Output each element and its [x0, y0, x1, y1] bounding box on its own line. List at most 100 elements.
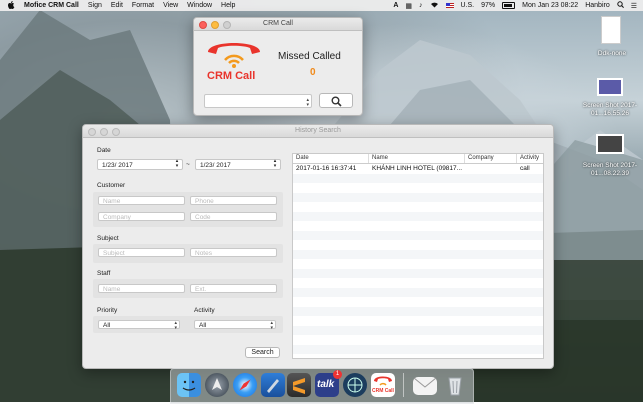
- window-title: History Search: [295, 127, 341, 134]
- staff-label: Staff: [97, 270, 111, 277]
- empty-row: [293, 249, 543, 259]
- minimize-button[interactable]: [100, 128, 108, 136]
- talk-label: talk: [317, 379, 335, 390]
- zoom-button[interactable]: [112, 128, 120, 136]
- adobe-icon[interactable]: A: [393, 2, 398, 9]
- magnifier-icon: [331, 96, 342, 107]
- date-from-stepper[interactable]: ▴ ▾: [173, 159, 181, 170]
- date-from-field[interactable]: 1/23/ 2017: [97, 159, 183, 170]
- close-button[interactable]: [88, 128, 96, 136]
- battery-percent[interactable]: 97%: [481, 2, 495, 9]
- desktop-icon-screenshot-2[interactable]: Screen Shot 2017-01...08.22.39: [583, 134, 641, 180]
- menu-format[interactable]: Format: [132, 2, 154, 9]
- desktop-icon-label: Ddk-none: [597, 50, 627, 57]
- empty-row: [293, 344, 543, 354]
- search-button[interactable]: Search: [245, 347, 280, 358]
- subject-label: Subject: [97, 235, 119, 242]
- updown-arrow-icon: ▴ ▾: [174, 320, 177, 331]
- list-icon[interactable]: ☰: [631, 2, 637, 10]
- desktop-icon-document[interactable]: Ddk-none: [592, 14, 636, 57]
- crm-call-window: CRM Call CRM Call Missed Called 0 ▴ ▾: [193, 17, 363, 116]
- dock-separator: [403, 373, 404, 397]
- dock: talk 1 CRM Call: [170, 368, 474, 404]
- empty-row: [293, 183, 543, 193]
- trash-icon[interactable]: [443, 373, 467, 397]
- phone-signal-icon: [208, 43, 260, 68]
- customer-code-field[interactable]: Code: [190, 212, 277, 221]
- input-source[interactable]: U.S.: [461, 2, 475, 9]
- wifi-icon[interactable]: [430, 1, 439, 10]
- empty-row: [293, 202, 543, 212]
- minimize-button[interactable]: [211, 21, 219, 29]
- app-menu[interactable]: Mofice CRM Call: [24, 2, 79, 9]
- crm-call-icon[interactable]: CRM Call: [371, 373, 395, 397]
- menu-view[interactable]: View: [163, 2, 178, 9]
- finder-icon[interactable]: [177, 373, 201, 397]
- cell-name: KHÁNH LINH HOTEL (09817...: [372, 165, 463, 172]
- date-to-stepper[interactable]: ▴ ▾: [271, 159, 279, 170]
- clock[interactable]: Mon Jan 23 08:22: [522, 2, 578, 9]
- window-controls: [199, 21, 231, 29]
- column-activity[interactable]: Activity: [517, 154, 543, 163]
- updown-arrow-icon: ▴ ▾: [270, 320, 273, 331]
- date-separator: ~: [186, 161, 190, 168]
- empty-row: [293, 259, 543, 269]
- table-row[interactable]: 2017-01-16 16:37:41 KHÁNH LINH HOTEL (09…: [293, 164, 543, 174]
- date-from-value: 1/23/ 2017: [102, 162, 133, 169]
- crm-search-button[interactable]: [319, 93, 353, 108]
- activity-select[interactable]: All ▴ ▾: [194, 320, 276, 331]
- empty-row: [293, 278, 543, 288]
- search-icon[interactable]: [617, 1, 624, 10]
- desktop-icon-screenshot-1[interactable]: Screen Shot 2017-01...16.55.26: [583, 78, 641, 124]
- activity-label: Activity: [194, 307, 215, 314]
- customer-phone-field[interactable]: Phone: [190, 196, 277, 205]
- customer-name-field[interactable]: Name: [98, 196, 185, 205]
- priority-select[interactable]: All ▴ ▾: [98, 320, 180, 331]
- empty-row: [293, 306, 543, 316]
- date-to-field[interactable]: 1/23/ 2017: [195, 159, 281, 170]
- safari-icon[interactable]: [233, 373, 257, 397]
- apple-menu-icon[interactable]: [8, 0, 15, 11]
- grid-icon[interactable]: ▦: [405, 2, 412, 10]
- menu-window[interactable]: Window: [187, 2, 212, 9]
- staff-ext-field[interactable]: Ext.: [190, 284, 277, 293]
- user-name[interactable]: Hanbiro: [585, 2, 610, 9]
- empty-row: [293, 173, 543, 183]
- screenshot-thumbnail-icon: [596, 134, 624, 154]
- mail-icon[interactable]: [413, 377, 437, 395]
- menu-edit[interactable]: Edit: [111, 2, 123, 9]
- cell-activity: call: [520, 165, 530, 172]
- history-title-bar[interactable]: History Search: [83, 125, 553, 138]
- notes-field[interactable]: Notes: [190, 248, 277, 257]
- xcode-icon[interactable]: [261, 373, 285, 397]
- network-icon[interactable]: [343, 373, 367, 397]
- battery-icon[interactable]: [502, 2, 516, 9]
- notification-badge: 1: [333, 370, 342, 379]
- priority-label: Priority: [97, 307, 118, 314]
- screenshot-thumbnail-icon: [597, 78, 623, 96]
- menu-sign[interactable]: Sign: [88, 2, 102, 9]
- crm-title-bar[interactable]: CRM Call: [194, 18, 362, 31]
- empty-row: [293, 230, 543, 240]
- zoom-button[interactable]: [223, 21, 231, 29]
- customer-company-field[interactable]: Company: [98, 212, 185, 221]
- bell-icon[interactable]: ♪: [419, 2, 423, 9]
- talk-icon[interactable]: talk 1: [315, 370, 342, 397]
- table-header: Date Name Company Activity: [293, 154, 543, 164]
- staff-name-field[interactable]: Name: [98, 284, 185, 293]
- flag-icon[interactable]: [445, 3, 454, 8]
- close-button[interactable]: [199, 21, 207, 29]
- launchpad-icon[interactable]: [205, 373, 229, 397]
- column-company[interactable]: Company: [465, 154, 517, 163]
- date-to-value: 1/23/ 2017: [200, 162, 231, 169]
- column-name[interactable]: Name: [369, 154, 465, 163]
- phone-select[interactable]: ▴ ▾: [204, 94, 312, 108]
- sublime-icon[interactable]: [287, 373, 311, 397]
- empty-row: [293, 335, 543, 345]
- subject-field[interactable]: Subject: [98, 248, 185, 257]
- status-area: A ▦ ♪ U.S. 97% Mon Jan 23 08:22 Hanbiro …: [393, 0, 637, 11]
- menu-bar: Mofice CRM Call Sign Edit Format View Wi…: [0, 0, 643, 11]
- cell-date: 2017-01-16 16:37:41: [296, 165, 357, 172]
- menu-help[interactable]: Help: [221, 2, 235, 9]
- column-date[interactable]: Date: [293, 154, 369, 163]
